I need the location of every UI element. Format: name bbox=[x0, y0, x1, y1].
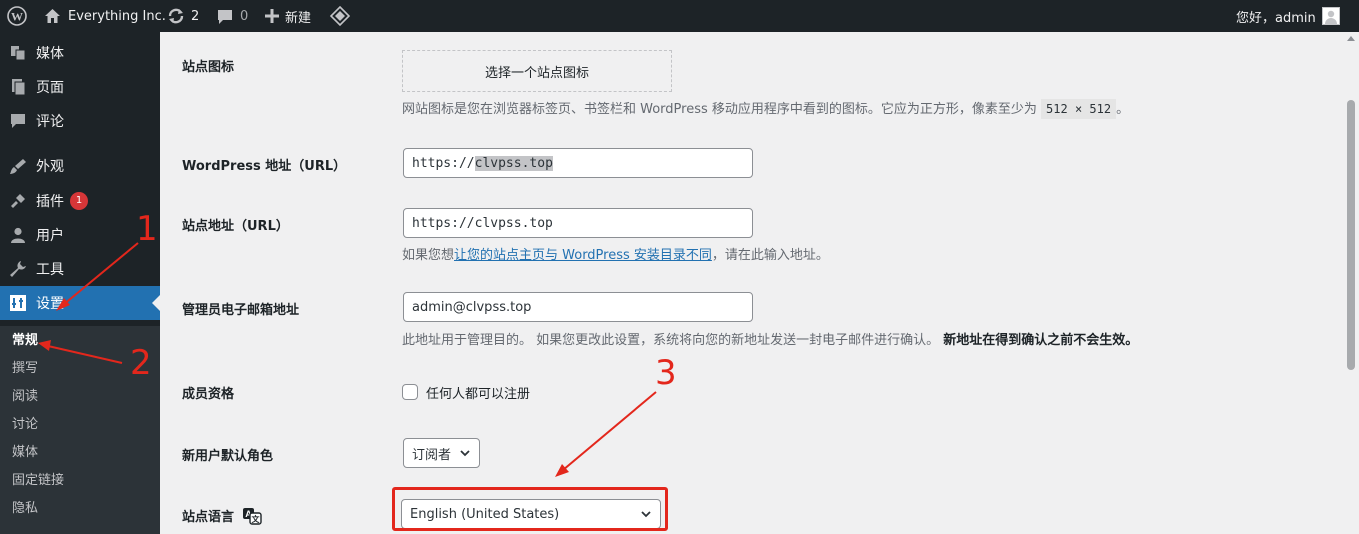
sidebar-item-label: 媒体 bbox=[36, 46, 64, 62]
admin-email-desc-text: 此地址用于管理目的。 如果您更改此设置，系统将向您的新地址发送一封电子邮件进行确… bbox=[402, 333, 940, 348]
updates-count: 2 bbox=[191, 8, 200, 24]
greeting-text: 您好，admin bbox=[1236, 10, 1316, 26]
default-role-value: 订阅者 bbox=[412, 447, 452, 463]
sidebar-item-label: 工具 bbox=[36, 262, 64, 278]
comments-count: 0 bbox=[240, 8, 249, 24]
annotation-number-1: 1 bbox=[136, 209, 158, 249]
sidebar-item-media[interactable]: 媒体 bbox=[0, 36, 160, 70]
admin-sidebar: 媒体 页面 评论 外观 插件 1 用户 工具 设置 常规 撰写 阅读 讨论 媒体… bbox=[0, 32, 160, 534]
admin-email-label: 管理员电子邮箱地址 bbox=[182, 303, 300, 318]
sidebar-item-label: 页面 bbox=[36, 80, 64, 96]
svg-text:W: W bbox=[11, 10, 23, 24]
admin-bar: W Everything Inc. 2 0 新建 您好，admin bbox=[0, 0, 1359, 32]
site-url-description: 如果您想让您的站点主页与 WordPress 安装目录不同，请在此输入地址。 bbox=[402, 244, 829, 263]
site-language-label: 站点语言 bbox=[182, 510, 235, 525]
wordpress-url-input[interactable]: https://clvpss.top bbox=[403, 148, 753, 178]
site-url-desc-start: 如果您想 bbox=[402, 248, 455, 263]
scroll-up-arrow-icon[interactable] bbox=[1347, 36, 1355, 41]
home-icon bbox=[44, 8, 61, 24]
user-icon bbox=[8, 225, 28, 245]
sidebar-item-pages[interactable]: 页面 bbox=[0, 70, 160, 104]
media-icon bbox=[8, 43, 28, 63]
scrollbar-thumb[interactable] bbox=[1347, 100, 1355, 370]
submenu-item-privacy[interactable]: 隐私 bbox=[12, 498, 38, 520]
anyone-can-register-checkbox[interactable] bbox=[402, 384, 418, 400]
comment-icon bbox=[8, 111, 28, 131]
page-scrollbar[interactable] bbox=[1343, 32, 1359, 534]
site-icon-desc-end: 。 bbox=[1116, 102, 1130, 117]
sidebar-item-label: 用户 bbox=[36, 228, 64, 244]
site-url-help-link[interactable]: 让您的站点主页与 WordPress 安装目录不同 bbox=[454, 248, 712, 263]
site-url-label: 站点地址（URL） bbox=[182, 219, 289, 234]
comment-bubble-icon bbox=[216, 8, 234, 25]
plugin-icon bbox=[8, 191, 28, 211]
wordpress-logo-icon[interactable]: W bbox=[7, 0, 27, 32]
updates-icon bbox=[167, 7, 185, 25]
admin-email-description: 此地址用于管理目的。 如果您更改此设置，系统将向您的新地址发送一封电子邮件进行确… bbox=[402, 329, 1138, 348]
wordpress-url-selected-text: clvpss.top bbox=[474, 155, 553, 171]
plugin-update-badge: 1 bbox=[70, 192, 88, 210]
tools-icon bbox=[8, 259, 28, 279]
submenu-item-media[interactable]: 媒体 bbox=[12, 442, 38, 464]
comments-link[interactable]: 0 bbox=[216, 0, 248, 32]
annotation-number-2: 2 bbox=[130, 343, 152, 383]
submenu-item-general[interactable]: 常规 bbox=[12, 330, 38, 352]
site-icon-description: 网站图标是您在浏览器标签页、书签栏和 WordPress 移动应用程序中看到的图… bbox=[402, 98, 1130, 119]
sidebar-item-tools[interactable]: 工具 bbox=[0, 252, 160, 286]
new-content-link[interactable]: 新建 bbox=[265, 0, 311, 32]
page-icon bbox=[8, 77, 28, 97]
translation-icon: A文 bbox=[242, 507, 262, 525]
appearance-icon bbox=[8, 156, 28, 176]
svg-text:文: 文 bbox=[252, 514, 261, 524]
choose-site-icon-button[interactable]: 选择一个站点图标 bbox=[402, 50, 672, 92]
admin-email-desc-bold: 新地址在得到确认之前不会生效。 bbox=[943, 333, 1139, 348]
site-icon-label: 站点图标 bbox=[182, 60, 235, 75]
settings-icon bbox=[8, 293, 28, 313]
plugin-diamond-icon[interactable] bbox=[330, 0, 350, 32]
settings-form: 站点图标 选择一个站点图标 网站图标是您在浏览器标签页、书签栏和 WordPre… bbox=[160, 32, 1343, 534]
site-url-desc-end: ，请在此输入地址。 bbox=[711, 248, 829, 263]
submenu-item-discussion[interactable]: 讨论 bbox=[12, 414, 38, 436]
site-language-label-row: 站点语言 A文 bbox=[182, 506, 262, 525]
anyone-can-register-label[interactable]: 任何人都可以注册 bbox=[426, 383, 530, 402]
admin-email-value: admin@clvpss.top bbox=[412, 299, 532, 315]
updates-link[interactable]: 2 bbox=[167, 0, 199, 32]
plus-icon bbox=[265, 9, 279, 23]
wordpress-url-label: WordPress 地址（URL） bbox=[182, 159, 347, 174]
sidebar-item-label: 外观 bbox=[36, 159, 64, 175]
default-role-select[interactable]: 订阅者 bbox=[403, 438, 480, 468]
submenu-item-reading[interactable]: 阅读 bbox=[12, 386, 38, 408]
default-role-label: 新用户默认角色 bbox=[182, 449, 274, 464]
site-name-link[interactable]: Everything Inc. bbox=[44, 0, 166, 32]
sidebar-item-label: 设置 bbox=[36, 296, 64, 312]
sidebar-item-label: 插件 bbox=[36, 194, 64, 210]
sidebar-item-label: 评论 bbox=[36, 114, 64, 130]
chevron-down-icon bbox=[459, 447, 471, 463]
annotation-number-3: 3 bbox=[655, 353, 677, 393]
site-url-input[interactable]: https://clvpss.top bbox=[403, 208, 753, 238]
wordpress-url-prefix: https:// bbox=[412, 155, 475, 171]
site-icon-desc-text: 网站图标是您在浏览器标签页、书签栏和 WordPress 移动应用程序中看到的图… bbox=[402, 102, 1037, 117]
site-icon-size-code: 512 × 512 bbox=[1041, 99, 1117, 119]
sidebar-item-appearance[interactable]: 外观 bbox=[0, 149, 160, 183]
admin-email-input[interactable]: admin@clvpss.top bbox=[403, 292, 753, 322]
sidebar-item-settings[interactable]: 设置 bbox=[0, 286, 160, 320]
sidebar-item-comments[interactable]: 评论 bbox=[0, 104, 160, 138]
new-label: 新建 bbox=[285, 10, 312, 26]
user-greeting[interactable]: 您好，admin bbox=[1236, 0, 1340, 32]
avatar bbox=[1321, 7, 1340, 25]
submenu-item-permalinks[interactable]: 固定链接 bbox=[12, 470, 64, 492]
site-url-value: https://clvpss.top bbox=[412, 215, 553, 231]
membership-label: 成员资格 bbox=[182, 387, 235, 402]
site-name: Everything Inc. bbox=[68, 8, 166, 24]
annotation-highlight-box bbox=[392, 487, 668, 531]
submenu-item-writing[interactable]: 撰写 bbox=[12, 358, 38, 380]
